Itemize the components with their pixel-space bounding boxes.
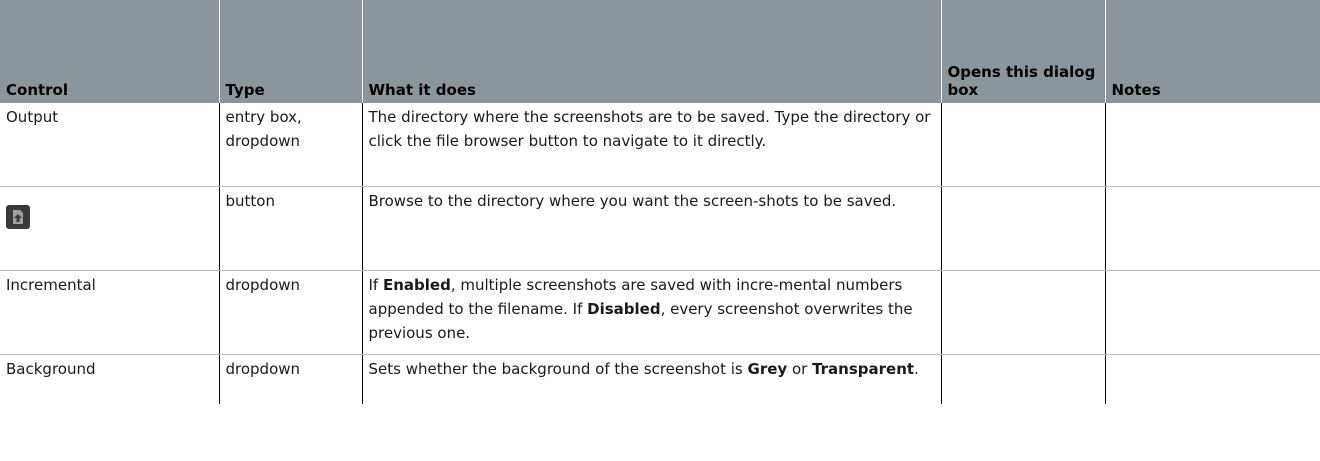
cell-type: button <box>218 186 362 271</box>
cell-what: If Enabled, multiple screenshots are sav… <box>361 270 941 355</box>
cell-opens <box>940 270 1105 355</box>
table-row: button Browse to the directory where you… <box>0 186 1320 271</box>
header-notes: Notes <box>1104 0 1320 103</box>
cell-what: The directory where the screenshots are … <box>361 103 941 187</box>
file-browser-icon <box>6 204 30 229</box>
keyword-transparent: Transparent <box>812 359 915 378</box>
cell-opens <box>940 103 1105 187</box>
keyword-enabled: Enabled <box>382 275 451 294</box>
cell-type: entry box, dropdown <box>218 103 362 187</box>
cell-opens <box>940 354 1105 404</box>
table-header: Control Type What it does Opens this dia… <box>0 0 1320 103</box>
keyword-disabled: Disabled <box>587 299 661 318</box>
header-what-it-does: What it does <box>361 0 941 103</box>
cell-type: dropdown <box>218 354 362 404</box>
cell-what: Sets whether the background of the scree… <box>361 354 941 404</box>
text-run: or <box>787 359 813 378</box>
cell-notes <box>1104 354 1320 404</box>
header-control: Control <box>0 0 219 103</box>
cell-opens <box>940 186 1105 271</box>
cell-notes <box>1104 270 1320 355</box>
table-body: Output entry box, dropdown The directory… <box>0 103 1320 404</box>
text-run: If <box>368 275 383 294</box>
header-opens-dialog: Opens this dialog box <box>940 0 1105 103</box>
cell-notes <box>1104 186 1320 271</box>
header-row: Control Type What it does Opens this dia… <box>0 0 1320 103</box>
table-row: Background dropdown Sets whether the bac… <box>0 354 1320 404</box>
cell-type: dropdown <box>218 270 362 355</box>
cell-control: Output <box>0 103 219 187</box>
table-row: Output entry box, dropdown The directory… <box>0 103 1320 187</box>
cell-notes <box>1104 103 1320 187</box>
header-type: Type <box>218 0 362 103</box>
keyword-grey: Grey <box>747 359 788 378</box>
text-run: . <box>914 359 919 378</box>
table-row: Incremental dropdown If Enabled, multipl… <box>0 270 1320 355</box>
reference-table: Control Type What it does Opens this dia… <box>0 0 1320 404</box>
cell-what: Browse to the directory where you want t… <box>361 186 941 271</box>
text-run: Sets whether the background of the scree… <box>368 359 748 378</box>
cell-control: Background <box>6 359 96 378</box>
cell-control: Incremental <box>0 270 219 355</box>
cell-control <box>0 186 219 271</box>
